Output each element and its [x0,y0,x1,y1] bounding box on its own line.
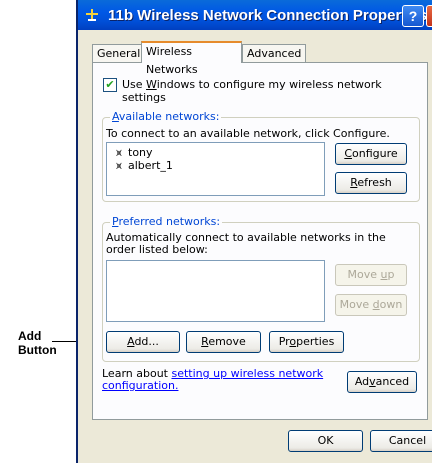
title-bar[interactable]: 11b Wireless Network Connection Properti… [78,0,432,30]
preferred-networks-title: Preferred networks: [110,215,223,228]
ok-button[interactable]: OK [288,430,363,452]
help-button[interactable]: ? [402,5,424,27]
configure-button[interactable]: Configure [335,143,407,165]
list-item[interactable]: ⩙ albert_1 [114,159,173,172]
learn-about-text: Learn about setting up wireless network … [102,367,324,392]
refresh-button[interactable]: Refresh [335,172,407,194]
properties-button[interactable]: Properties [269,331,344,353]
setting-up-wireless-link[interactable]: setting up wireless network [171,367,323,380]
list-item[interactable]: ⩙ tony [114,146,152,159]
wireless-networks-panel: ✔ Use Windows to configure my wireless n… [92,62,428,420]
preferred-networks-description: Automatically connect to available netwo… [106,231,386,256]
move-up-button[interactable]: Move up [335,264,407,286]
antenna-icon: ⩙ [116,161,122,172]
remove-button[interactable]: Remove [186,331,261,353]
annotation-line1: Add [18,329,42,343]
tab-wireless-networks[interactable]: Wireless Networks [141,41,242,76]
available-networks-list[interactable]: ⩙ tony ⩙ albert_1 [106,142,325,196]
tab-advanced[interactable]: Advanced [242,44,306,62]
annotation-line2: Button [18,343,57,357]
move-down-button[interactable]: Move down [335,294,407,316]
use-windows-label[interactable]: Use Windows to configure my wireless net… [122,78,427,104]
cancel-button[interactable]: Cancel [370,430,432,452]
close-button[interactable] [426,5,432,27]
available-networks-title: Available networks: [110,110,222,123]
advanced-button[interactable]: Advanced [347,371,417,393]
configuration-link[interactable]: configuration. [102,379,178,392]
preferred-networks-list[interactable] [106,260,325,322]
add-button[interactable]: Add... [106,331,180,353]
add-button-annotation: Add Button [18,329,57,357]
properties-dialog: 11b Wireless Network Connection Properti… [76,0,432,463]
preferred-networks-group: Preferred networks: Automatically connec… [102,215,420,362]
tab-general[interactable]: General [92,44,143,62]
available-networks-description: To connect to an available network, clic… [106,127,390,140]
use-windows-checkbox[interactable]: ✔ [103,78,117,92]
window-title: 11b Wireless Network Connection Properti… [108,7,428,24]
available-networks-group: Available networks: To connect to an ava… [102,110,420,202]
network-connection-icon [86,9,98,21]
